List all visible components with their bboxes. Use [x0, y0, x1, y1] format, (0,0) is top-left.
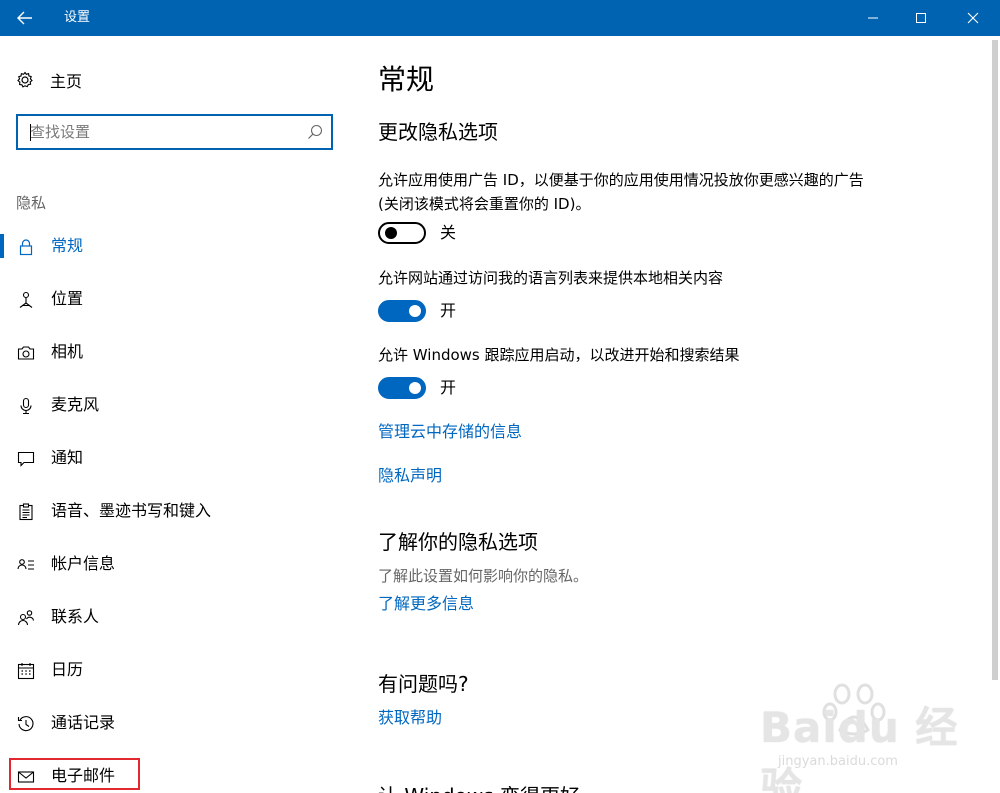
close-icon: [967, 12, 979, 24]
selected-indicator: [0, 234, 4, 258]
link-get-help[interactable]: 获取帮助: [378, 706, 442, 730]
maximize-button[interactable]: [898, 0, 944, 36]
home-nav-item[interactable]: 主页: [16, 68, 82, 92]
close-button[interactable]: [950, 0, 996, 36]
section-description: 了解此设置如何影响你的隐私。: [378, 567, 589, 585]
microphone-icon: [17, 397, 35, 415]
option-description-ad-id: 允许应用使用广告 ID，以便基于你的应用使用情况投放你更感兴趣的广告(关闭该模式…: [378, 171, 864, 213]
toggle-state-label: 开: [440, 301, 457, 320]
section-title-change-privacy: 更改隐私选项: [378, 120, 498, 144]
notification-icon: [17, 450, 35, 468]
scrollbar[interactable]: [990, 36, 1000, 793]
sidebar-item-label: 语音、墨迹书写和键入: [51, 501, 212, 520]
sidebar-item-microphone[interactable]: 麦克风: [0, 391, 350, 431]
toggle-language-list[interactable]: [378, 300, 426, 322]
link-privacy-statement[interactable]: 隐私声明: [378, 464, 442, 488]
page-title: 常规: [378, 63, 435, 96]
title-bar: 设置: [0, 0, 1000, 36]
sidebar-item-location[interactable]: 位置: [0, 285, 350, 325]
toggle-state-label: 开: [440, 378, 457, 397]
scrollbar-thumb[interactable]: [992, 40, 998, 680]
highlight-annotation-box: [9, 758, 140, 790]
sidebar-item-label: 麦克风: [51, 395, 100, 414]
sidebar-item-camera[interactable]: 相机: [0, 338, 350, 378]
contacts-icon: [17, 609, 35, 627]
call-history-icon: [17, 715, 35, 733]
window-title: 设置: [64, 10, 91, 25]
back-arrow-icon: [17, 11, 32, 25]
sidebar-item-label: 联系人: [51, 607, 100, 626]
gear-icon: [16, 71, 34, 89]
sidebar-item-calendar[interactable]: 日历: [0, 656, 350, 696]
toggle-knob: [409, 382, 421, 394]
link-manage-cloud-info[interactable]: 管理云中存储的信息: [378, 420, 522, 444]
location-icon: [17, 291, 35, 309]
sidebar-item-label: 日历: [51, 660, 84, 679]
sidebar-item-label: 相机: [51, 342, 84, 361]
watermark-site: jingyan.baidu.com: [778, 754, 898, 769]
toggle-knob: [409, 305, 421, 317]
section-title-questions: 有问题吗?: [378, 672, 469, 696]
search-input[interactable]: [30, 122, 290, 142]
sidebar-item-label: 常规: [51, 236, 84, 255]
toggle-state-label: 关: [440, 223, 457, 242]
settings-window: 设置 主页 查找设置 隐私 常规 位置 相机 麦克风 通知 语音、墨迹书写和键入…: [0, 0, 1000, 793]
option-description-app-launch-tracking: 允许 Windows 跟踪应用启动，以改进开始和搜索结果: [378, 346, 740, 364]
sidebar-section-label: 隐私: [16, 194, 47, 212]
sidebar-item-label: 位置: [51, 289, 84, 308]
minimize-icon: [868, 17, 878, 19]
section-title-know-privacy: 了解你的隐私选项: [378, 530, 538, 554]
sidebar-item-notifications[interactable]: 通知: [0, 444, 350, 484]
calendar-icon: [17, 662, 35, 680]
sidebar-item-label: 通话记录: [51, 713, 116, 732]
sidebar-item-speech-inking-typing[interactable]: 语音、墨迹书写和键入: [0, 497, 350, 537]
sidebar-item-label: 通知: [51, 448, 84, 467]
sidebar-item-account-info[interactable]: 帐户信息: [0, 550, 350, 590]
toggle-app-launch-tracking[interactable]: [378, 377, 426, 399]
maximize-icon: [916, 13, 926, 23]
toggle-knob: [385, 227, 397, 239]
sidebar-item-label: 帐户信息: [51, 554, 116, 573]
camera-icon: [17, 344, 35, 362]
lock-icon: [17, 238, 35, 256]
sidebar-item-contacts[interactable]: 联系人: [0, 603, 350, 643]
option-description-language-list: 允许网站通过访问我的语言列表来提供本地相关内容: [378, 269, 724, 287]
speech-ink-typing-icon: [17, 503, 35, 521]
sidebar: 主页 隐私 常规: [0, 36, 350, 793]
sidebar-item-call-history[interactable]: 通话记录: [0, 709, 350, 749]
search-icon[interactable]: [307, 124, 323, 140]
search-box[interactable]: [16, 114, 333, 150]
watermark: Baidu 经验 jingyan.baidu.com: [750, 680, 990, 793]
sidebar-item-general[interactable]: 常规: [0, 232, 350, 272]
watermark-brand: Baidu 经验: [760, 703, 959, 793]
toggle-ad-id[interactable]: [378, 222, 426, 244]
link-learn-more[interactable]: 了解更多信息: [378, 592, 474, 616]
home-label: 主页: [50, 72, 83, 91]
account-info-icon: [17, 556, 35, 574]
minimize-button[interactable]: [850, 0, 896, 36]
back-button[interactable]: [0, 0, 50, 36]
section-title-make-windows-better: 让 Windows 变得更好: [378, 782, 580, 793]
